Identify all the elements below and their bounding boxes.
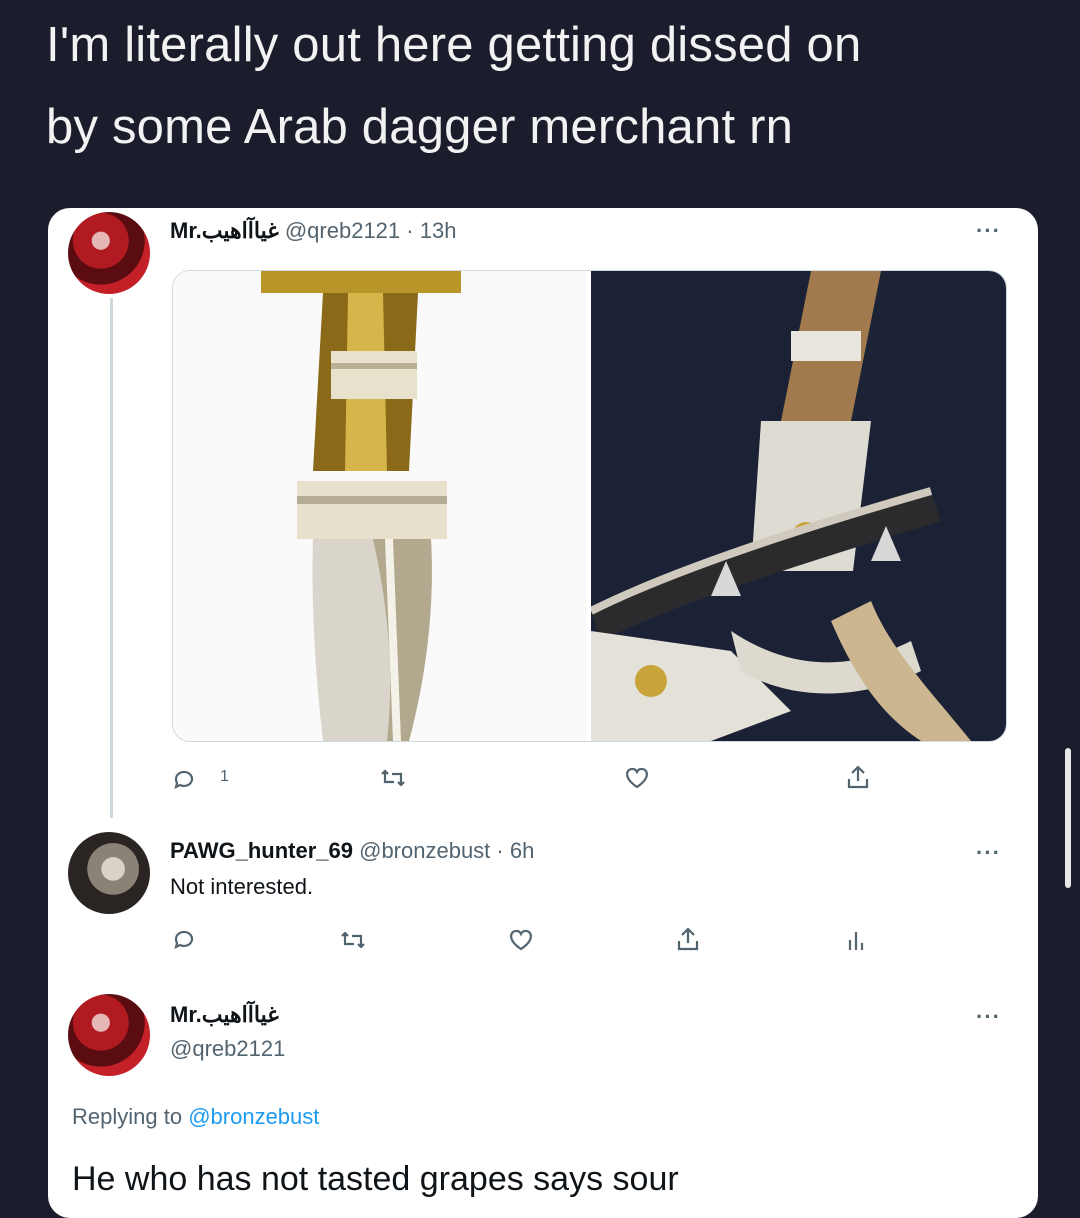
meme-caption: I'm literally out here getting dissed on…	[46, 4, 1046, 168]
timestamp[interactable]: · 6h	[496, 838, 534, 863]
reply-icon[interactable]	[172, 768, 196, 792]
like-icon[interactable]	[508, 928, 534, 952]
replying-prefix: Replying to	[72, 1104, 183, 1129]
thread-line	[110, 298, 113, 818]
handle[interactable]: @bronzebust	[359, 838, 490, 863]
more-icon[interactable]: ···	[976, 218, 1001, 244]
display-name[interactable]: PAWG_hunter_69	[170, 838, 353, 863]
analytics-icon[interactable]	[846, 928, 866, 952]
media-image-dagger-handle[interactable]	[173, 271, 587, 741]
caption-line-1: I'm literally out here getting dissed on	[46, 18, 862, 72]
replying-to: Replying to @bronzebust	[72, 1104, 319, 1130]
reply-icon[interactable]	[172, 928, 196, 952]
share-icon[interactable]	[846, 764, 870, 790]
tweet-text: He who has not tasted grapes says sour	[72, 1160, 679, 1198]
tweet-media[interactable]	[172, 270, 1007, 742]
display-name[interactable]: Mr.غياآاهيب	[170, 1002, 279, 1028]
dagger-belt-illustration	[589, 271, 971, 741]
dagger-handle-illustration	[261, 271, 461, 741]
avatar[interactable]	[68, 994, 150, 1076]
tweet-thread-card: Mr.غياآاهيب @qreb2121 · 13h ··· 1 PAWG_h…	[48, 208, 1038, 1218]
like-icon[interactable]	[624, 766, 650, 790]
display-name[interactable]: Mr.غياآاهيب	[170, 218, 279, 243]
avatar[interactable]	[68, 832, 150, 914]
retweet-icon[interactable]	[340, 928, 366, 952]
replying-handle-link[interactable]: @bronzebust	[188, 1104, 319, 1129]
media-image-dagger-with-belt[interactable]	[589, 271, 1006, 741]
tweet1-header: Mr.غياآاهيب @qreb2121 · 13h	[170, 218, 456, 244]
more-icon[interactable]: ···	[976, 1004, 1001, 1030]
caption-line-2: by some Arab dagger merchant rn	[46, 100, 794, 154]
share-icon[interactable]	[676, 926, 700, 952]
handle[interactable]: @qreb2121	[285, 218, 400, 243]
tweet2-header: PAWG_hunter_69 @bronzebust · 6h	[170, 838, 534, 864]
handle[interactable]: @qreb2121	[170, 1036, 285, 1062]
retweet-icon[interactable]	[380, 766, 406, 790]
reply-count: 1	[220, 768, 229, 785]
scrollbar[interactable]	[1065, 748, 1071, 888]
avatar[interactable]	[68, 212, 150, 294]
tweet-text: Not interested.	[170, 874, 314, 899]
timestamp[interactable]: · 13h	[406, 218, 456, 243]
more-icon[interactable]: ···	[976, 840, 1001, 866]
